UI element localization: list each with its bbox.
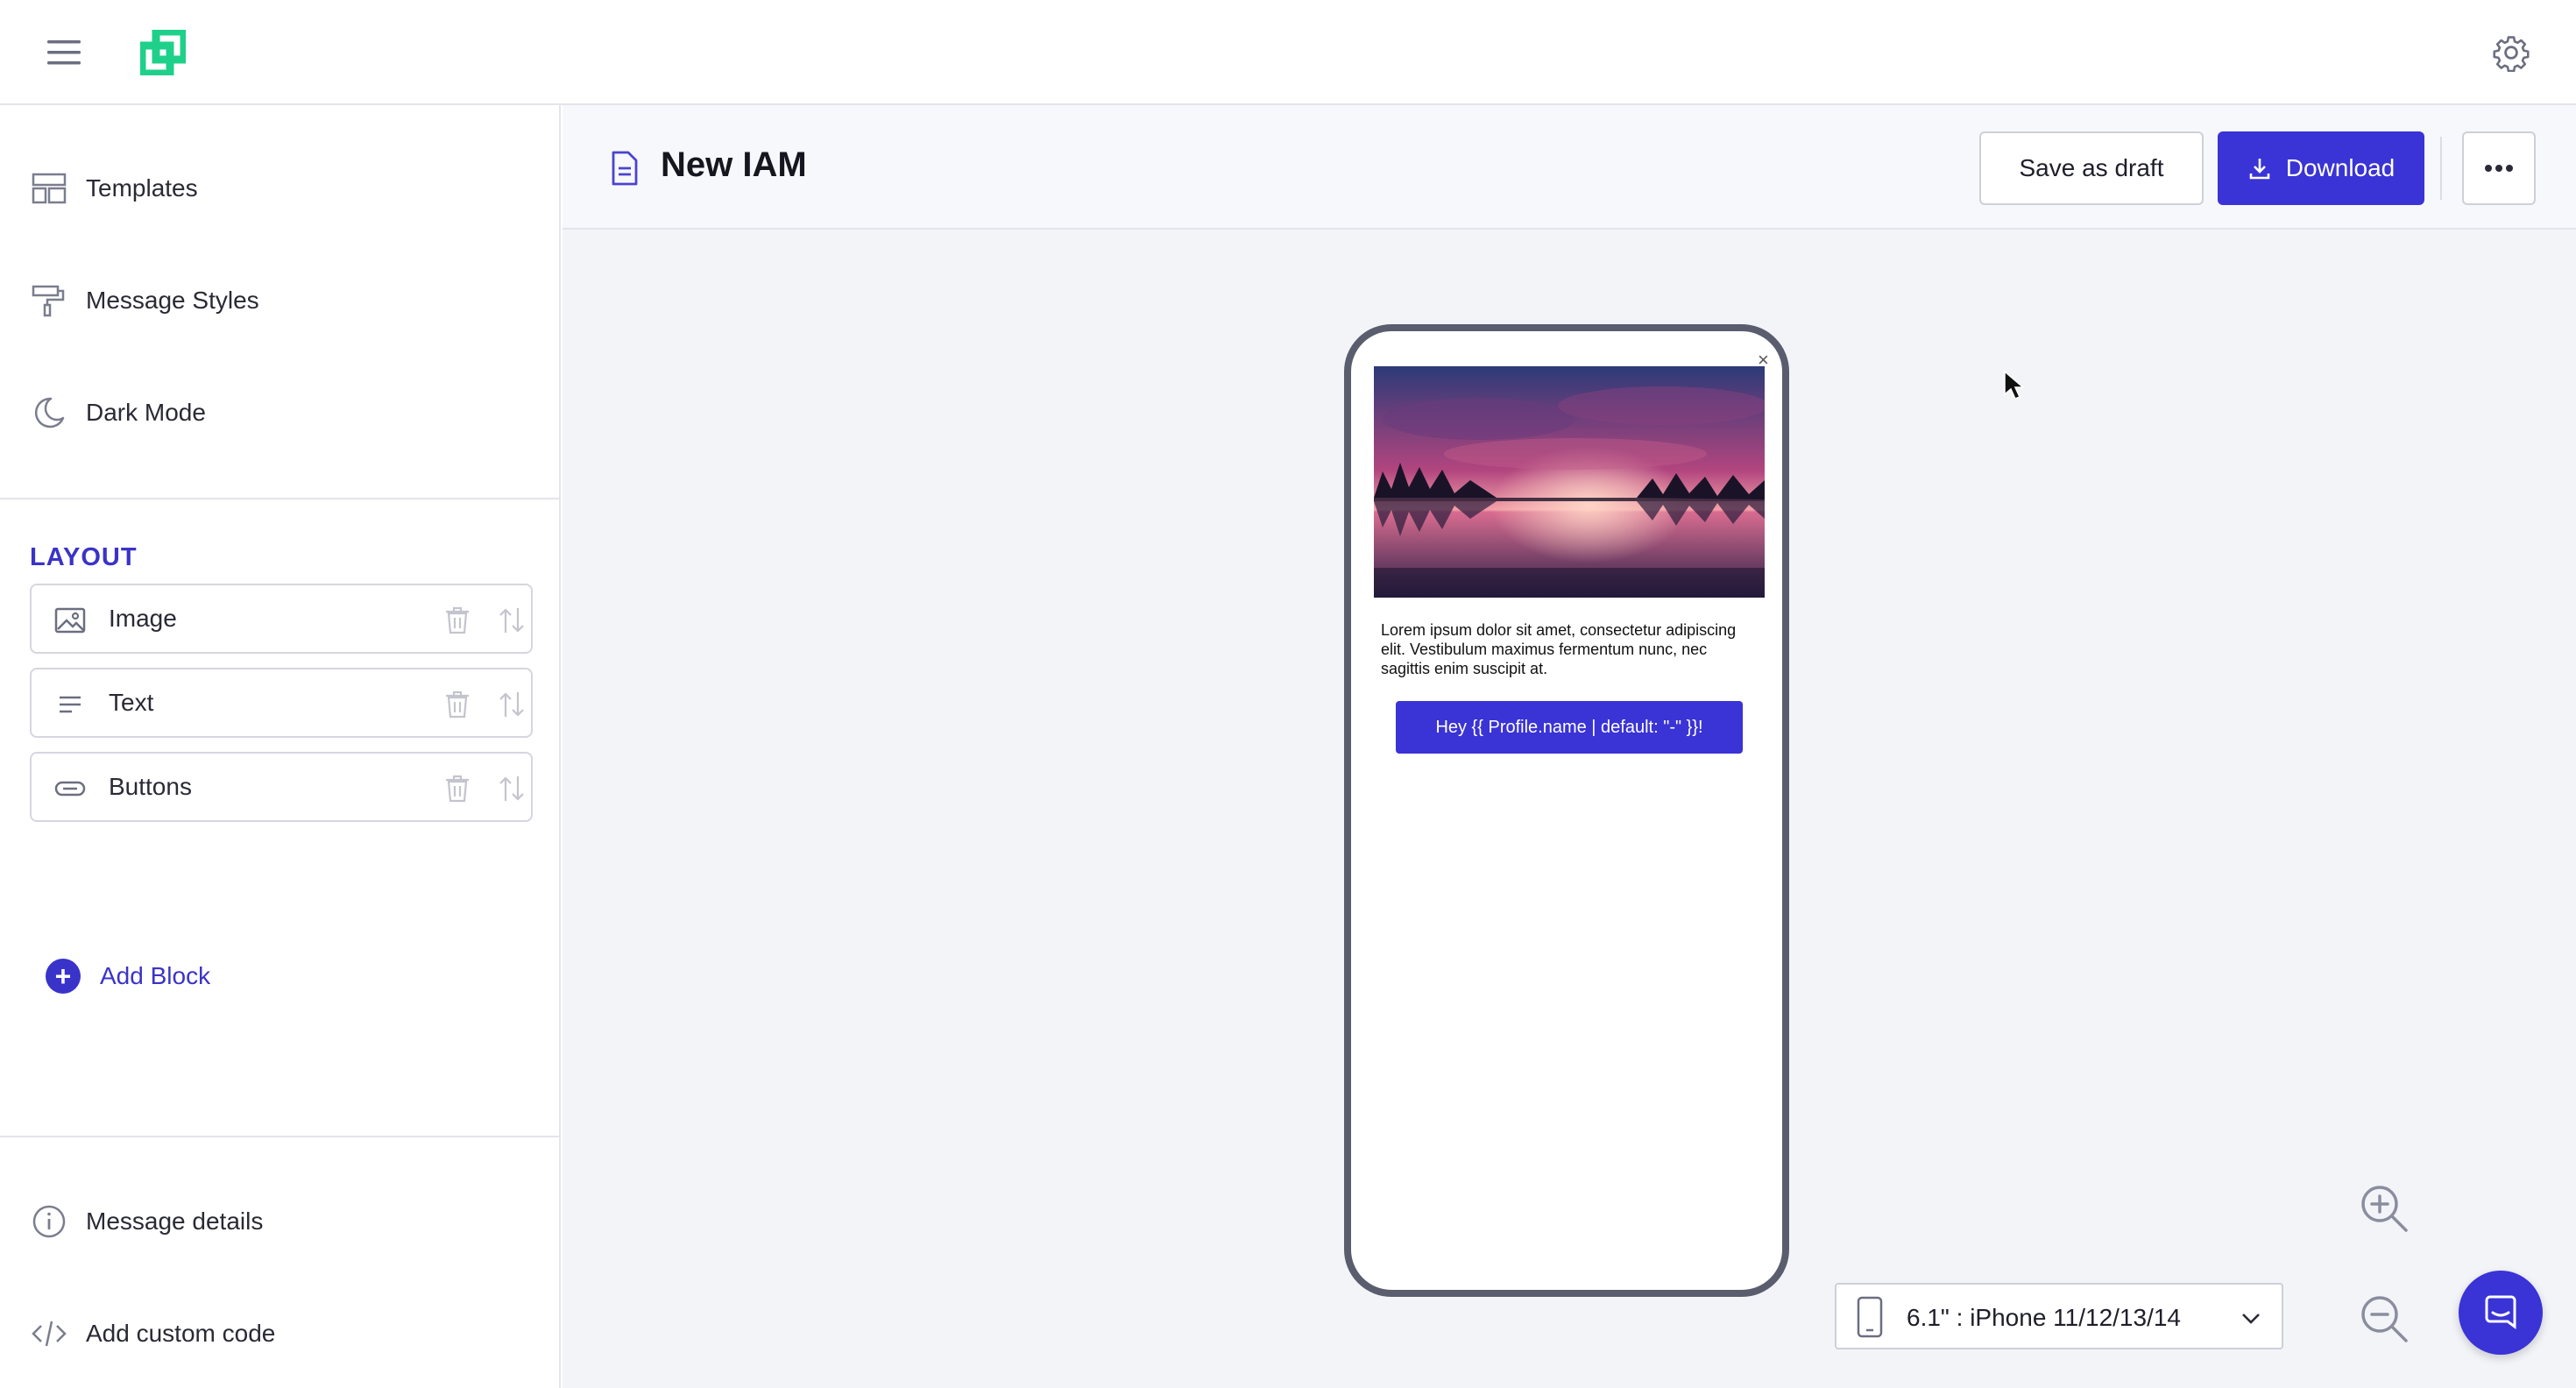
header-separator [2440, 137, 2442, 200]
sidebar-item-message-styles[interactable]: Message Styles [0, 261, 559, 340]
editor-header: New IAM Save as draft Download [563, 105, 2576, 230]
device-size-select[interactable]: 6.1" : iPhone 11/12/13/14 [1835, 1283, 2283, 1349]
info-icon [30, 1202, 68, 1241]
document-icon [606, 149, 641, 188]
editor-canvas: New IAM Save as draft Download × Lorem i… [563, 105, 2576, 1388]
page-title[interactable]: New IAM [661, 145, 807, 185]
image-icon [53, 603, 88, 638]
zoom-out-icon[interactable] [2357, 1292, 2411, 1346]
save-as-draft-button[interactable]: Save as draft [1979, 131, 2204, 205]
sidebar-item-label: Dark Mode [86, 399, 206, 426]
sidebar-item-templates[interactable]: Templates [0, 149, 559, 228]
moon-icon [30, 393, 68, 432]
add-block-label: Add Block [100, 962, 211, 989]
top-bar [0, 0, 2576, 105]
logo-icon[interactable] [140, 30, 186, 75]
sidebar-item-dark-mode[interactable]: Dark Mode [0, 373, 559, 452]
hero-image[interactable] [1374, 366, 1765, 598]
sidebar-divider [0, 1136, 559, 1137]
sidebar-item-label: Add custom code [86, 1320, 276, 1347]
download-label: Download [2285, 154, 2396, 181]
download-icon [2247, 156, 2272, 181]
sidebar-divider [0, 498, 559, 499]
more-options-button[interactable] [2462, 131, 2536, 205]
layout-block-text[interactable]: Text [30, 668, 533, 738]
trash-icon[interactable] [442, 771, 473, 806]
trash-icon[interactable] [442, 603, 473, 638]
hamburger-menu-icon[interactable] [46, 35, 84, 70]
sidebar: Templates Message Styles Dark Mode LAYOU… [0, 105, 561, 1388]
reorder-arrows-icon[interactable] [496, 603, 527, 638]
chevron-down-icon [2240, 1307, 2262, 1328]
layout-section-title: LAYOUT [30, 543, 138, 571]
add-block-button[interactable]: + Add Block [46, 957, 210, 995]
mouse-pointer-icon [2003, 370, 2024, 401]
sidebar-item-add-custom-code[interactable]: Add custom code [0, 1294, 559, 1373]
sidebar-item-label: Message details [86, 1207, 264, 1235]
device-select-value: 6.1" : iPhone 11/12/13/14 [1907, 1304, 2182, 1331]
paint-roller-icon [30, 281, 68, 320]
layout-block-image[interactable]: Image [30, 584, 533, 654]
download-button[interactable]: Download [2218, 131, 2424, 205]
templates-icon [30, 169, 68, 208]
more-dots-icon [2484, 164, 2514, 173]
trash-icon[interactable] [442, 687, 473, 722]
plus-circle-icon: + [46, 959, 81, 994]
code-icon [30, 1314, 68, 1353]
sidebar-item-message-details[interactable]: Message details [0, 1182, 559, 1261]
mobile-phone-icon [1856, 1295, 1884, 1339]
button-pill-icon [53, 771, 88, 806]
message-cta-button[interactable]: Hey {{ Profile.name | default: "-" }}! [1396, 701, 1743, 754]
settings-gear-icon[interactable] [2492, 33, 2530, 72]
chat-bubble-icon [2481, 1293, 2520, 1332]
message-body-text[interactable]: Lorem ipsum dolor sit amet, consectetur … [1381, 620, 1758, 678]
zoom-in-icon[interactable] [2357, 1181, 2411, 1236]
chat-support-button[interactable] [2459, 1271, 2543, 1355]
text-lines-icon [53, 687, 88, 722]
reorder-arrows-icon[interactable] [496, 687, 527, 722]
sidebar-item-label: Templates [86, 174, 198, 202]
sidebar-item-label: Message Styles [86, 287, 259, 314]
block-label: Image [109, 605, 177, 632]
block-label: Buttons [109, 773, 192, 800]
reorder-arrows-icon[interactable] [496, 771, 527, 806]
layout-block-buttons[interactable]: Buttons [30, 752, 533, 822]
block-label: Text [109, 689, 154, 716]
phone-preview-frame: × Lorem ipsum dolor sit amet, consectetu… [1344, 324, 1789, 1297]
